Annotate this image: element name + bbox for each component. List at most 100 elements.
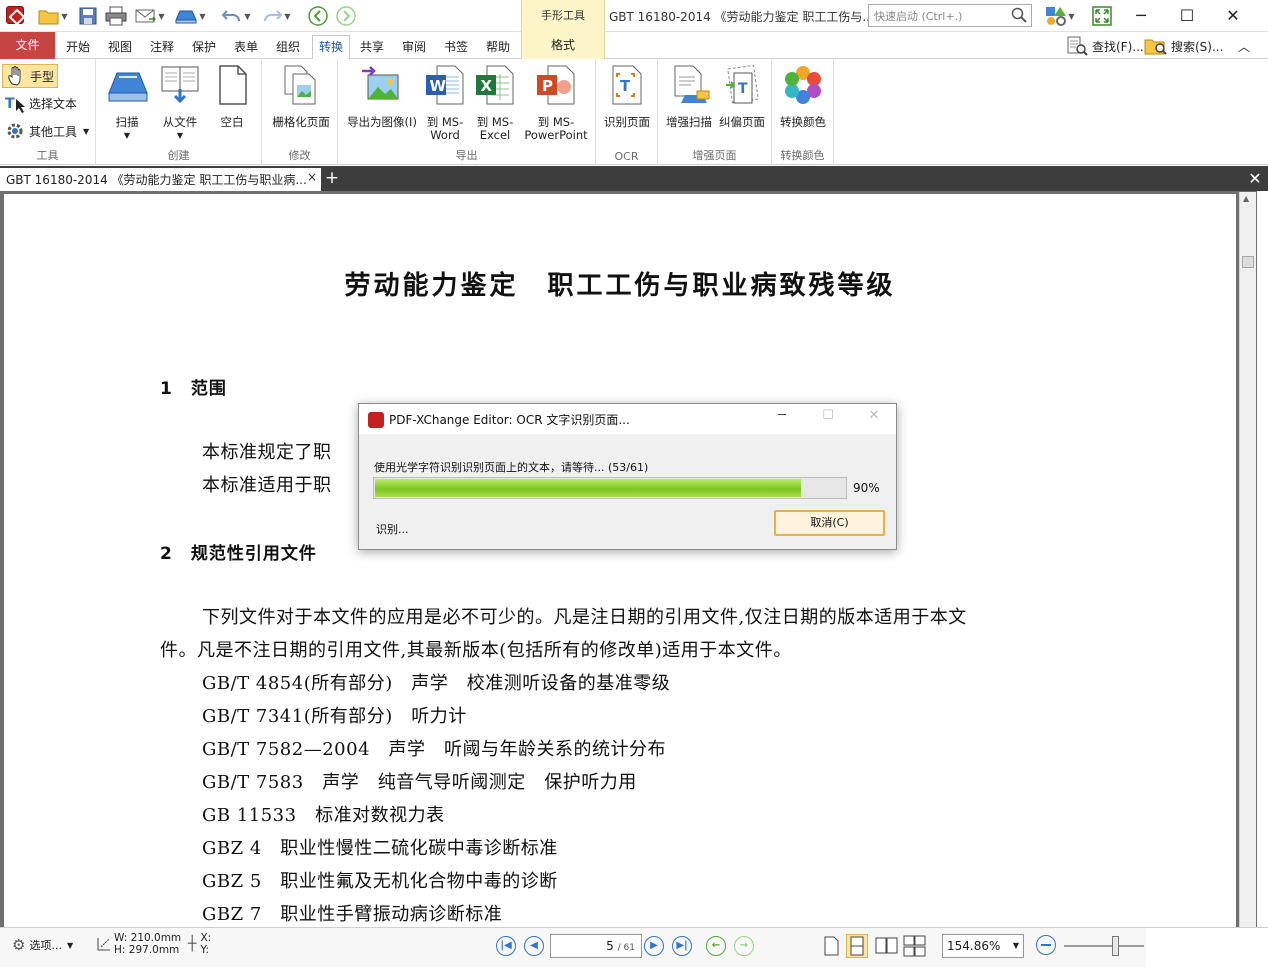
save-button[interactable] (76, 4, 100, 28)
tab-help[interactable]: 帮助 (482, 36, 514, 58)
close-all-icon[interactable]: ✕ (1246, 169, 1264, 189)
cursor-y: Y: (200, 944, 209, 956)
page-size-readout: W: 210.0mm H: 297.0mm (96, 932, 181, 956)
zoom-select[interactable]: 154.86% ▼ (942, 934, 1024, 958)
tab-format[interactable]: 格式 (521, 32, 605, 59)
tab-share[interactable]: 共享 (356, 36, 388, 58)
group-convert-colors: 转换颜色 转换颜色 (772, 59, 834, 165)
scan-quick-button[interactable]: ▼ (170, 4, 210, 28)
tab-file[interactable]: 文件 (0, 32, 55, 59)
close-tab-icon[interactable]: × (307, 170, 317, 184)
next-page-button[interactable]: ▶ (644, 936, 664, 956)
open-button[interactable]: ▼ (34, 4, 72, 28)
redo-button[interactable]: ▼ (256, 4, 296, 28)
tab-form[interactable]: 表单 (230, 36, 262, 58)
zoom-slider[interactable] (1064, 945, 1144, 947)
section-heading-scope: 1 范围 (160, 379, 227, 399)
tab-convert[interactable]: 转换 (312, 35, 350, 60)
dialog-minimize-button[interactable]: ─ (769, 408, 795, 430)
tab-bookmarks[interactable]: 书签 (440, 36, 472, 58)
app-logo-icon[interactable] (6, 6, 24, 24)
tab-organize[interactable]: 组织 (272, 36, 304, 58)
quick-launch-input[interactable]: 快速启动 (Ctrl+.) (868, 4, 1032, 27)
gear-icon (7, 123, 23, 139)
printer-icon (105, 6, 127, 26)
scroll-up-icon[interactable]: ▲ (1243, 194, 1249, 203)
document-viewport[interactable]: 劳动能力鉴定 职工工伤与职业病致残等级 1 范围 本标准规定了职 本标准适用于职… (0, 191, 1268, 927)
new-tab-button[interactable]: + (323, 169, 341, 189)
tab-protect[interactable]: 保护 (188, 36, 220, 58)
scrollbar-thumb[interactable] (1242, 256, 1254, 268)
to-excel-button[interactable]: X 到 MS- Excel (470, 63, 520, 142)
hand-tool-label: 手型 (30, 69, 55, 84)
chevron-down-icon: ▼ (66, 940, 74, 950)
print-button[interactable] (104, 4, 128, 28)
convert-colors-button[interactable]: 转换颜色 (776, 63, 830, 129)
options-button[interactable]: ⚙ 选项... ▼ (12, 936, 73, 954)
tab-comment[interactable]: 注释 (146, 36, 178, 58)
powerpoint-icon: P (537, 65, 575, 105)
next-view-button[interactable]: → (734, 936, 754, 956)
search-button[interactable]: 搜索(S)... (1144, 35, 1223, 57)
reference-item: GBZ 7 职业性手臂振动病诊断标准 (202, 904, 503, 925)
last-page-button[interactable]: ▶| (672, 936, 692, 956)
arrow-left-icon: ← (711, 940, 721, 951)
blank-page-button[interactable]: 空白 (208, 63, 256, 129)
facing-continuous-view-button[interactable] (902, 934, 928, 958)
undo-button[interactable]: ▼ (218, 4, 254, 28)
group-tools: 手型 T 选择文本 其他工具 ▼ 工具 (0, 59, 96, 165)
maximize-button[interactable]: ☐ (1164, 0, 1210, 32)
tab-review[interactable]: 审阅 (398, 36, 430, 58)
other-tools-button[interactable]: 其他工具 ▼ (2, 119, 92, 143)
chevron-down-icon: ▼ (176, 131, 184, 140)
recognize-page-button[interactable]: T 识别页面 (600, 63, 654, 129)
tab-home[interactable]: 开始 (62, 36, 94, 58)
scan-button[interactable]: 扫描 ▼ (102, 63, 152, 142)
previous-view-button[interactable]: ← (706, 936, 726, 956)
forward-button[interactable] (334, 4, 358, 28)
email-button[interactable]: ▼ (132, 4, 168, 28)
hand-tool-button[interactable]: 手型 (2, 64, 59, 88)
continuous-page-icon (850, 936, 864, 956)
find-button[interactable]: 查找(F)... (1066, 35, 1144, 57)
group-ocr: T 识别页面 OCR (596, 59, 658, 165)
rasterize-page-button[interactable]: 栅格化页面 (266, 63, 336, 129)
group-create: 扫描 ▼ 从文件 ▼ 空白 创建 (96, 59, 262, 165)
paragraph-scope-1: 本标准规定了职 (202, 442, 332, 463)
fullscreen-button[interactable] (1090, 4, 1114, 28)
group-enhance: 增强扫描 T 纠偏页面 增强页面 (658, 59, 772, 165)
to-powerpoint-button[interactable]: P 到 MS- PowerPoint (520, 63, 592, 142)
continuous-view-button[interactable] (846, 934, 868, 958)
tab-view[interactable]: 视图 (104, 36, 136, 58)
from-file-button[interactable]: 从文件 ▼ (154, 63, 206, 142)
enhance-scan-label: 增强扫描 (666, 115, 712, 129)
select-text-button[interactable]: T 选择文本 (2, 91, 80, 115)
page-size-icon (97, 938, 110, 951)
zoom-slider-thumb[interactable] (1112, 936, 1119, 956)
close-icon: ✕ (868, 408, 880, 423)
export-image-button[interactable]: 导出为图像(I) (342, 63, 422, 129)
page-number-input[interactable]: 5 / 61 (550, 934, 642, 958)
minimize-icon: ─ (778, 408, 786, 423)
pdf-page[interactable]: 劳动能力鉴定 职工工伤与职业病致残等级 1 范围 本标准规定了职 本标准适用于职… (4, 194, 1236, 927)
cancel-button[interactable]: 取消(C) (774, 510, 885, 536)
enhance-scan-button[interactable]: 增强扫描 (662, 63, 716, 129)
vertical-scrollbar[interactable]: ▲ (1239, 192, 1256, 927)
deskew-page-button[interactable]: T 纠偏页面 (714, 63, 770, 129)
to-excel-label-2: Excel (479, 128, 511, 142)
close-window-button[interactable]: ✕ (1210, 0, 1256, 32)
to-word-button[interactable]: W 到 MS- Word (420, 63, 470, 142)
crosshair-icon: ┼ (188, 936, 197, 952)
facing-view-button[interactable] (874, 934, 900, 958)
first-page-button[interactable]: |◀ (496, 936, 516, 956)
customize-button[interactable]: ▼ (1040, 4, 1080, 28)
minimize-button[interactable]: ─ (1118, 0, 1164, 32)
ocr-page-icon: T (612, 65, 642, 105)
back-button[interactable] (306, 4, 330, 28)
document-tab[interactable]: GBT 16180-2014 《劳动能力鉴定 职工工伤与职业病... × (0, 168, 321, 191)
zoom-out-button[interactable] (1036, 935, 1056, 955)
previous-page-button[interactable]: ◀ (524, 936, 544, 956)
collapse-ribbon-button[interactable]: ︿ (1238, 35, 1250, 57)
deskew-icon: T (726, 64, 759, 104)
single-page-view-button[interactable] (820, 934, 842, 958)
